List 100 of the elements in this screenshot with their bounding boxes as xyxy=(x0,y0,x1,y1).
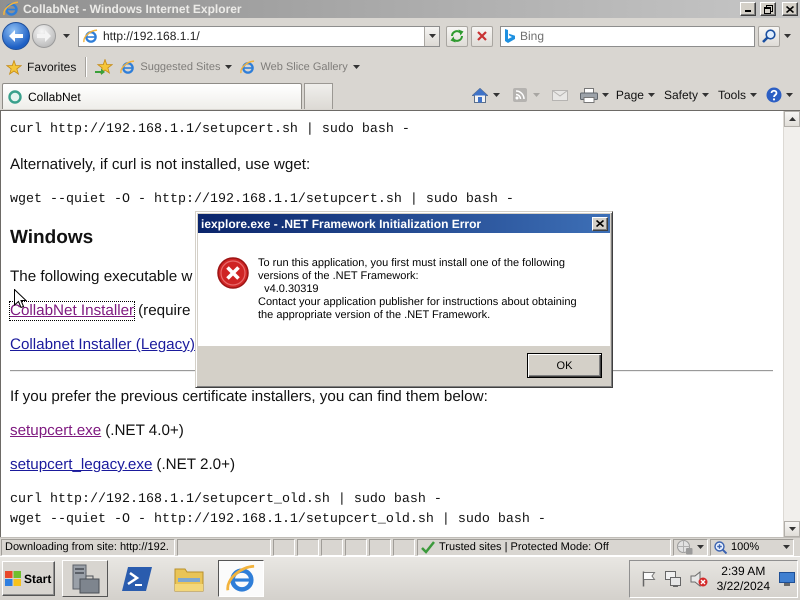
browser-icon xyxy=(240,60,256,74)
folder-icon xyxy=(174,566,204,592)
close-icon xyxy=(786,6,794,12)
command-menu[interactable]: Tools xyxy=(714,84,761,106)
search-provider-icon xyxy=(505,29,515,43)
restore-button[interactable] xyxy=(760,2,776,16)
zoom-in-icon xyxy=(714,540,727,554)
section-heading: Windows xyxy=(10,226,94,250)
window-title: CollabNet - Windows Internet Explorer xyxy=(23,2,242,16)
download-link[interactable]: Collabnet Installer (Legacy) xyxy=(10,336,195,354)
caret-icon xyxy=(602,93,610,97)
arrow-up-icon xyxy=(788,117,796,121)
refresh-icon xyxy=(450,29,464,43)
close-button[interactable] xyxy=(782,2,798,16)
caret-icon xyxy=(702,93,709,97)
browser-button[interactable] xyxy=(218,560,264,597)
status-panel xyxy=(393,538,415,556)
caret-icon xyxy=(225,65,232,69)
dialog-title: iexplore.exe - .NET Framework Initialization Error xyxy=(201,216,482,230)
favorites-button[interactable]: Favorites xyxy=(3,56,80,78)
clock-time: 2:39 AM xyxy=(721,564,766,578)
home-icon xyxy=(472,88,488,102)
caret-icon xyxy=(783,545,790,549)
error-message: To run this application, you first must install one of the following versions of the .NET Framework: v4.0.30319 Contact your application publisher for instructions about obtaining the appropriate version of the .NET Framework. xyxy=(258,257,577,322)
star-icon xyxy=(6,60,22,74)
caret-icon xyxy=(428,34,436,38)
arrow-left-icon xyxy=(9,30,23,42)
browser-icon xyxy=(83,28,98,44)
minimize-button[interactable] xyxy=(740,2,756,16)
caret-icon xyxy=(750,93,757,97)
command-menu[interactable]: Safety xyxy=(660,84,713,106)
server-manager-button[interactable] xyxy=(62,560,108,597)
code-line: curl http://192.168.1.1/setupcert_old.sh | sudo bash - xyxy=(10,491,442,509)
error-icon xyxy=(217,257,249,289)
arrow-right-icon xyxy=(37,30,51,42)
protected-mode-button[interactable] xyxy=(673,538,708,556)
scroll-up-button[interactable] xyxy=(784,111,800,127)
status-panel xyxy=(273,538,295,556)
browser-icon xyxy=(3,1,19,17)
globe-lock-icon xyxy=(677,540,693,554)
restore-icon xyxy=(764,4,772,14)
caret-icon xyxy=(786,93,793,97)
code-line: wget --quiet -O - http://192.168.1.1/setupcert.sh | sudo bash - xyxy=(10,191,514,209)
show-desktop-icon xyxy=(779,572,795,586)
search-input[interactable]: Bing xyxy=(520,28,754,44)
loading-ring-icon xyxy=(8,90,22,104)
clock-date: 3/22/2024 xyxy=(716,578,770,594)
terminal-icon xyxy=(122,566,152,592)
paragraph-text: If you prefer the previous certificate installers, you can find them below: xyxy=(10,388,488,406)
vertical-scrollbar[interactable] xyxy=(783,111,800,537)
address-field[interactable]: http://192.168.1.1/ xyxy=(78,26,440,46)
requirement-note: (require xyxy=(138,302,190,320)
command-menu[interactable]: Page xyxy=(612,84,659,106)
zoom-button[interactable]: 100% xyxy=(710,538,794,556)
check-icon xyxy=(421,540,435,554)
search-field[interactable]: Bing xyxy=(500,26,755,46)
close-icon xyxy=(596,220,604,227)
requirement-note: (.NET 4.0+) xyxy=(105,422,184,440)
arrow-down-icon xyxy=(788,527,796,531)
back-button[interactable] xyxy=(2,22,30,50)
status-panel xyxy=(321,538,343,556)
caret-icon xyxy=(62,34,70,38)
browser-icon xyxy=(120,60,136,74)
close-button[interactable] xyxy=(592,216,608,230)
stop-button[interactable] xyxy=(471,26,493,46)
refresh-button[interactable] xyxy=(446,26,468,46)
star-add-icon xyxy=(95,59,114,75)
search-icon xyxy=(762,29,776,43)
status-panel xyxy=(297,538,319,556)
download-link[interactable]: setupcert.exe xyxy=(10,422,102,440)
caret-icon xyxy=(493,93,500,97)
status-panel xyxy=(345,538,367,556)
address-input[interactable]: http://192.168.1.1/ xyxy=(103,28,419,44)
envelope-icon xyxy=(552,90,568,100)
browser-tab[interactable]: CollabNet xyxy=(2,83,302,109)
requirement-note: (.NET 2.0+) xyxy=(156,456,236,474)
download-link[interactable]: setupcert_legacy.exe xyxy=(10,456,152,474)
start-button[interactable]: Start xyxy=(2,561,55,596)
status-panel xyxy=(369,538,391,556)
ok-button[interactable]: OK xyxy=(527,353,602,378)
caret-icon xyxy=(352,65,360,69)
address-dropdown-button[interactable] xyxy=(424,26,439,46)
download-link[interactable]: CollabNet Installer xyxy=(10,302,134,320)
flag-icon xyxy=(642,570,656,586)
code-line: wget --quiet -O - http://192.168.1.1/setupcert_old.sh | sudo bash - xyxy=(10,511,546,529)
status-message: Downloading from site: http://192. xyxy=(1,538,175,556)
caret-icon xyxy=(697,545,704,549)
flag-logo-icon xyxy=(5,571,21,586)
stop-icon xyxy=(477,31,487,41)
minimize-icon xyxy=(745,10,751,12)
caret-icon xyxy=(648,93,655,97)
caret-icon xyxy=(784,34,790,38)
server-toolbox-icon xyxy=(70,564,100,594)
rss-feed-icon xyxy=(512,88,527,102)
paragraph-text: Alternatively, if curl is not installed, use wget: xyxy=(10,156,310,174)
network-icon xyxy=(664,570,681,586)
browser-icon xyxy=(226,564,256,594)
code-line: curl http://192.168.1.1/setupcert.sh | sudo bash - xyxy=(10,121,410,139)
scroll-down-button[interactable] xyxy=(784,521,800,537)
search-button[interactable] xyxy=(758,26,780,46)
